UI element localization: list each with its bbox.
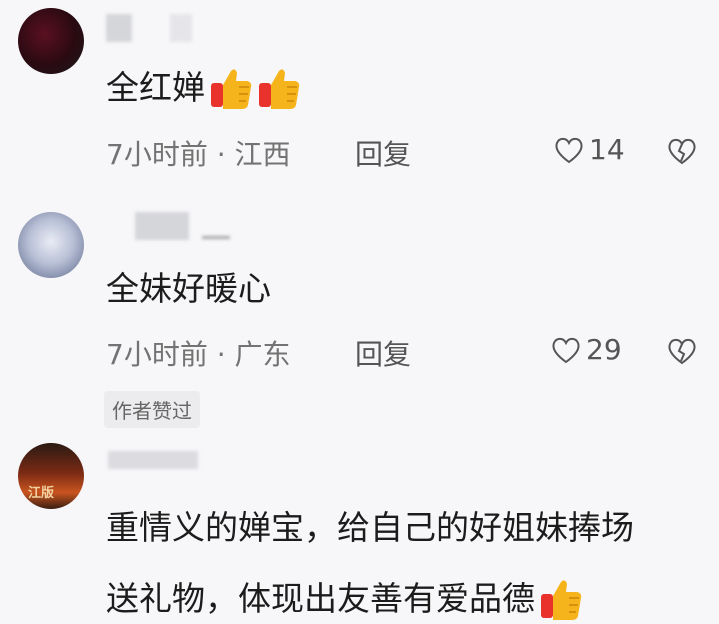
like-count: 14 (589, 133, 625, 166)
comment-text-content: 全红婵 (106, 68, 205, 107)
heart-icon (552, 337, 580, 363)
comment-text: 全红婵 (106, 63, 301, 113)
comment-location: 江西 (234, 138, 291, 171)
comment-meta: 7小时前 · 江西 (106, 133, 291, 173)
broken-heart-icon[interactable] (666, 136, 698, 166)
thumbs-up-icon (211, 69, 252, 109)
avatar[interactable]: 江版 (18, 443, 84, 509)
broken-heart-icon[interactable] (666, 336, 698, 366)
thumbs-up-icon (259, 69, 300, 109)
comment-text: 全妹好暖心 (106, 269, 271, 308)
avatar-text: 江版 (28, 486, 55, 501)
like-button[interactable]: 29 (550, 333, 622, 366)
separator: · (216, 138, 226, 171)
author-liked-badge: 作者赞过 (104, 391, 200, 428)
comment-text-line: 重情义的婵宝，给自己的好姐妹捧场 (106, 508, 634, 547)
reply-button[interactable]: 回复 (355, 133, 411, 173)
comment-time: 7小时前 (106, 338, 208, 371)
reply-button[interactable]: 回复 (355, 333, 411, 373)
username-redacted (170, 14, 192, 42)
thumbs-up-icon (541, 580, 582, 620)
comment-time: 7小时前 (106, 138, 208, 171)
avatar[interactable] (18, 8, 84, 74)
comment-text-line: 送礼物，体现出友善有爱品德 (106, 574, 583, 624)
comment-text-content: 送礼物，体现出友善有爱品德 (106, 579, 535, 618)
username-redacted (135, 212, 189, 240)
like-count: 29 (586, 333, 622, 366)
username-redacted (108, 451, 198, 469)
comment-location: 广东 (234, 338, 291, 371)
comment-meta: 7小时前 · 广东 (106, 333, 291, 373)
avatar[interactable] (18, 212, 84, 278)
separator: · (216, 338, 226, 371)
username-redacted (202, 236, 230, 239)
like-button[interactable]: 14 (553, 133, 625, 166)
username-redacted (106, 14, 132, 42)
heart-icon (555, 137, 583, 163)
